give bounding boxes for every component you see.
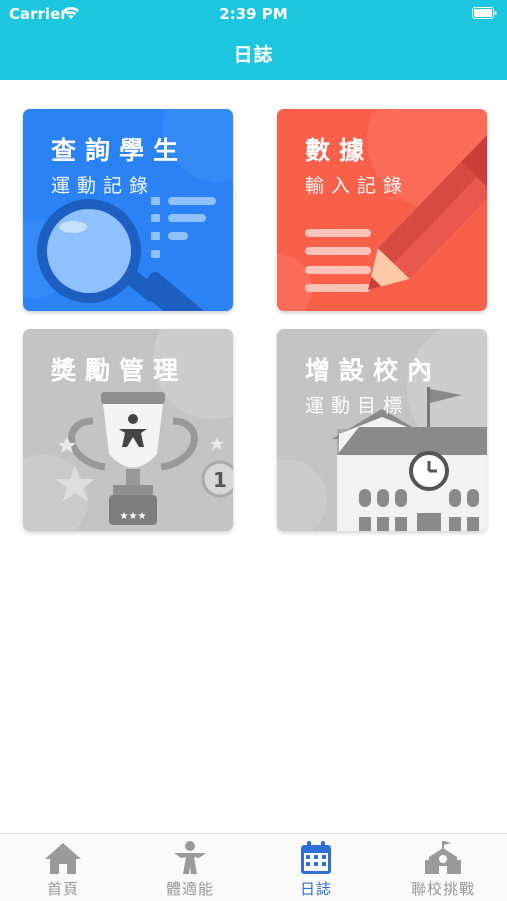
tab-diary[interactable]: 日誌	[253, 834, 379, 901]
battery-icon	[472, 7, 497, 19]
tile-title: 查詢學生	[51, 136, 188, 165]
tile-data-input[interactable]: 數據 輸入記錄	[277, 109, 487, 311]
tab-bar: 首頁 體適能 日誌 聯校挑戰	[0, 833, 507, 901]
tab-label: 日誌	[299, 880, 332, 898]
tab-home[interactable]: 首頁	[0, 834, 126, 901]
tab-label: 體適能	[165, 880, 214, 898]
nav-header: Carrier 2:39 PM 日誌	[0, 0, 507, 80]
page-title: 日誌	[233, 44, 274, 66]
status-bar: Carrier 2:39 PM	[0, 0, 507, 28]
tab-challenge[interactable]: 聯校挑戰	[380, 834, 506, 901]
svg-text:1: 1	[213, 468, 227, 492]
tile-subtitle: 運動目標	[305, 395, 410, 417]
tile-subtitle: 運動記錄	[51, 175, 156, 197]
tile-title: 獎勵管理	[51, 356, 188, 385]
tile-subtitle: 輸入記錄	[305, 175, 410, 197]
tile-school-goals[interactable]: 增設校內 運動目標	[277, 329, 487, 531]
school-building-icon	[425, 841, 461, 874]
calendar-icon	[301, 841, 331, 874]
svg-text:★★★: ★★★	[120, 511, 147, 522]
tile-title: 數據	[305, 136, 374, 165]
tile-reward-management[interactable]: ★★★ 1 獎勵管理	[23, 329, 233, 531]
home-icon	[45, 843, 81, 874]
tile-query-student[interactable]: 查詢學生 運動記錄	[23, 109, 233, 311]
tab-label: 聯校挑戰	[410, 880, 475, 898]
person-exercise-icon	[174, 841, 206, 874]
status-time: 2:39 PM	[219, 5, 288, 23]
tab-label: 首頁	[46, 880, 79, 898]
tab-fitness[interactable]: 體適能	[127, 834, 253, 901]
tile-title: 增設校內	[305, 356, 442, 385]
